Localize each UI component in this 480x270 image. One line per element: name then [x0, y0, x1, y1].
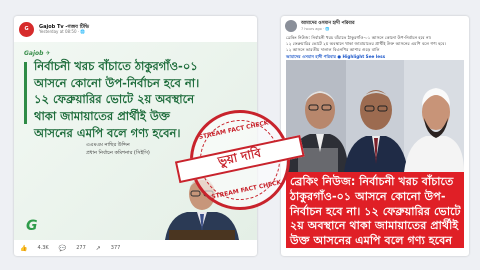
- caption-line: ঠাকুরগাঁও-০১ আসনে কোনো উপ-: [290, 189, 446, 203]
- post-text: ব্রেকিং নিউজ: নির্বাচনী খরচ বাঁচাতে ঠাকু…: [281, 34, 469, 54]
- reaction-count[interactable]: 4.3K: [37, 245, 48, 251]
- headline-line: আসনে কোনো উপ-নির্বাচন হবে না।: [34, 75, 200, 90]
- share-count[interactable]: 377: [111, 245, 121, 251]
- caption-line: উক্ত আসনের এমপি বলে গণ্য হবেন: [290, 234, 453, 248]
- fact-check-stamp: STREAM FACT CHECK ভুয়া দাবি STREAM FACT…: [174, 100, 305, 220]
- image-caption-banner: ব্রেকিং নিউজ: নির্বাচনী খরচ বাঁচাতে ঠাকু…: [286, 172, 464, 248]
- speaker-name: এএমএম নাছির উদ্দিন: [86, 142, 130, 148]
- speaker-title: প্রধান নির্বাচন কমিশনার (সিইসি): [86, 149, 150, 156]
- post-timestamp[interactable]: Yesterday at 08:50 · 🌐: [39, 29, 89, 35]
- accent-bar: [24, 62, 27, 124]
- post-image-photos[interactable]: [286, 60, 464, 172]
- share-icon[interactable]: ↗: [96, 245, 101, 252]
- page-name[interactable]: আমাদের ওসমান হাদী পরিবার: [301, 21, 355, 26]
- post-header: আমাদের ওসমান হাদী পরিবার 7 hours ago · 🌐: [281, 16, 469, 34]
- page-avatar[interactable]: [285, 20, 297, 32]
- like-icon[interactable]: 👍: [20, 245, 27, 252]
- headline-line: ১২ ফেব্রুয়ারির ভোটে ২য় অবস্থানে: [34, 92, 195, 107]
- footer-logo: G: [26, 218, 38, 234]
- right-facebook-post: আমাদের ওসমান হাদী পরিবার 7 hours ago · 🌐…: [281, 16, 469, 256]
- headline-line: নির্বাচনী খরচ বাঁচাতে ঠাকুরগাঁও-০১: [34, 59, 198, 73]
- page-avatar[interactable]: G: [19, 21, 34, 37]
- post-header: G Gajob Tv -গজব টিভি Yesterday at 08:50 …: [14, 16, 257, 42]
- card-logo: Gajob ✈: [24, 50, 51, 57]
- caption-line: ২য় অবস্থানে থাকা জামায়াতের প্রার্থীই: [290, 219, 459, 233]
- three-person-photo: [286, 60, 464, 172]
- post-text-line: ১২ আসনে ভারতীয় দালাল বিএনপির আশার গুড়ে…: [286, 47, 380, 53]
- caption-line: নির্বাচন হবে না। ১২ ফেব্রুয়ারির ভোটে: [290, 204, 461, 218]
- speaker-credit: এএমএম নাছির উদ্দিন প্রধান নির্বাচন কমিশন…: [86, 142, 150, 157]
- post-footer: 👍 4.3K 💬 277 ↗ 377: [14, 240, 257, 256]
- post-timestamp[interactable]: 7 hours ago · 🌐: [301, 27, 355, 31]
- comment-count[interactable]: 277: [76, 245, 86, 251]
- comment-icon[interactable]: 💬: [59, 245, 66, 252]
- caption-line: ব্রেকিং নিউজ: নির্বাচনী খরচ বাঁচাতে: [290, 175, 454, 188]
